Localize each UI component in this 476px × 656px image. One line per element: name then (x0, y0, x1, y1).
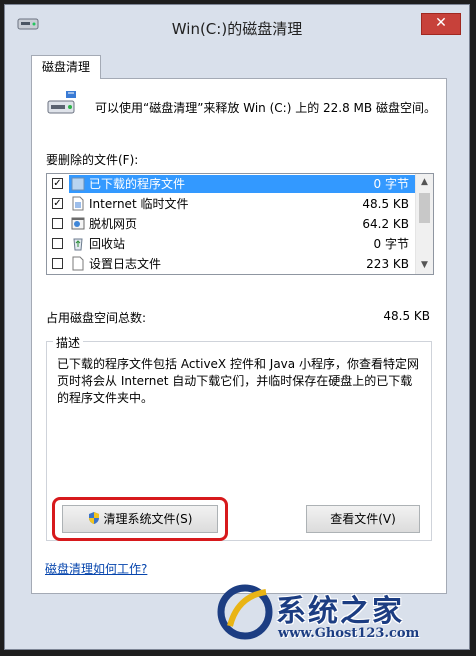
description-text: 已下载的程序文件包括 ActiveX 控件和 Java 小程序，你查看特定网页时… (57, 357, 419, 405)
tab-panel: 可以使用“磁盘清理”来释放 Win (C:) 上的 22.8 MB 磁盘空间。 … (31, 78, 447, 594)
clean-system-files-button[interactable]: 清理系统文件(S) (62, 505, 218, 533)
close-button[interactable]: ✕ (421, 13, 461, 35)
clean-system-files-label: 清理系统文件(S) (103, 512, 193, 526)
list-item[interactable]: ✓ 已下载的程序文件 0 字节 (47, 174, 417, 194)
list-scrollbar[interactable]: ▲ ▼ (415, 174, 433, 274)
blank-file-icon (72, 256, 84, 271)
checkbox[interactable]: ✓ (52, 178, 63, 189)
intro-text: 可以使用“磁盘清理”来释放 Win (C:) 上的 22.8 MB 磁盘空间。 (95, 101, 436, 115)
list-item[interactable]: ✓ Internet 临时文件 48.5 KB (47, 194, 417, 214)
recycle-bin-icon (73, 238, 83, 251)
file-name: Internet 临时文件 (89, 197, 189, 211)
list-item[interactable]: 脱机网页 64.2 KB (47, 214, 417, 234)
files-to-delete-label: 要删除的文件(F): (46, 153, 139, 167)
total-space-label: 占用磁盘空间总数: (46, 311, 147, 325)
scroll-up-icon[interactable]: ▲ (416, 174, 433, 191)
list-item[interactable]: 回收站 0 字节 (47, 234, 417, 254)
file-size: 0 字节 (373, 177, 409, 191)
watermark-text: 系统之家 (276, 594, 404, 629)
document-icon (72, 196, 84, 211)
file-name: 回收站 (89, 237, 126, 251)
window-title: Win(C:)的磁盘清理 (171, 20, 303, 38)
files-list[interactable]: ✓ 已下载的程序文件 0 字节 ✓ Internet 临时文件 48.5 KB (46, 173, 434, 275)
description-title: 描述 (53, 334, 84, 351)
list-item[interactable]: 设置日志文件 223 KB (47, 254, 417, 274)
drive-icon (47, 91, 76, 114)
file-size: 48.5 KB (362, 197, 409, 211)
checkbox[interactable] (52, 218, 63, 229)
file-name: 脱机网页 (89, 217, 138, 231)
view-files-button[interactable]: 查看文件(V) (306, 505, 420, 533)
dialog-window: Win(C:)的磁盘清理 ✕ 磁盘清理 可以使用“磁盘清理”来释放 Win (C… (4, 4, 470, 650)
scroll-down-icon[interactable]: ▼ (416, 257, 433, 274)
total-space-value: 48.5 KB (383, 309, 430, 323)
file-size: 64.2 KB (362, 217, 409, 231)
checkbox[interactable] (52, 258, 63, 269)
checkbox[interactable] (52, 238, 63, 249)
file-size: 223 KB (366, 257, 409, 271)
file-name: 设置日志文件 (89, 257, 162, 271)
file-name: 已下载的程序文件 (89, 177, 186, 191)
checkbox[interactable]: ✓ (52, 198, 63, 209)
webpage-icon (71, 217, 85, 230)
shield-icon (88, 512, 99, 524)
title-bar[interactable]: Win(C:)的磁盘清理 ✕ (5, 5, 469, 49)
watermark-logo-icon (217, 584, 273, 640)
file-size: 0 字节 (373, 237, 409, 251)
folder-icon (71, 177, 85, 191)
help-link[interactable]: 磁盘清理如何工作? (45, 560, 147, 577)
tab-disk-cleanup[interactable]: 磁盘清理 (31, 55, 102, 79)
watermark-url: www.Ghost123.com (278, 626, 420, 641)
scroll-thumb[interactable] (419, 193, 430, 223)
watermark: 系统之家 www.Ghost123.com (216, 582, 470, 652)
